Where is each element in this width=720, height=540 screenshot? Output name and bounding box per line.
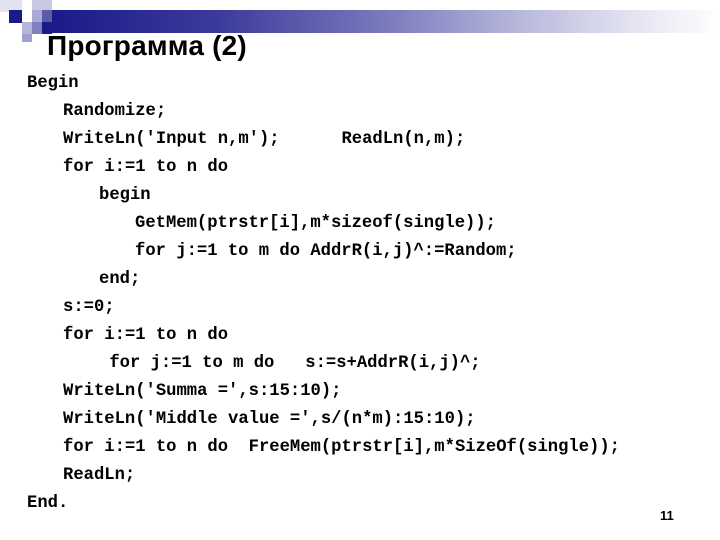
code-line: for j:=1 to m do s:=s+AddrR(i,j)^; [99,354,481,373]
code-line: WriteLn('Summa =',s:15:10); [63,382,342,401]
slide-title: Программа (2) [47,30,247,61]
page-number: 11 [660,508,674,523]
deco-square [32,10,42,22]
code-line: WriteLn('Middle value =',s/(n*m):15:10); [63,410,476,429]
deco-square [32,0,52,10]
code-line: WriteLn('Input n,m'); ReadLn(n,m); [63,130,466,149]
code-line: GetMem(ptrstr[i],m*sizeof(single)); [135,214,496,233]
deco-square [22,22,32,34]
deco-square [42,10,52,22]
code-line: end; [99,270,141,289]
code-block: Begin Randomize; WriteLn('Input n,m'); Rea… [27,70,620,518]
code-line: for i:=1 to n do FreeMem(ptrstr[i],m*Siz… [63,438,620,457]
code-line: for j:=1 to m do AddrR(i,j)^:=Random; [135,242,517,261]
code-line: for i:=1 to n do [63,158,229,177]
code-line: s:=0; [63,298,115,317]
deco-square [32,22,42,34]
deco-square [22,34,32,42]
code-line: Randomize; [63,102,167,121]
code-line: for i:=1 to n do [63,326,229,345]
code-line: ReadLn; [63,466,136,485]
code-line: begin [99,186,151,205]
code-line: Begin [27,74,79,93]
code-line: End. [27,494,69,513]
deco-square [9,10,22,23]
